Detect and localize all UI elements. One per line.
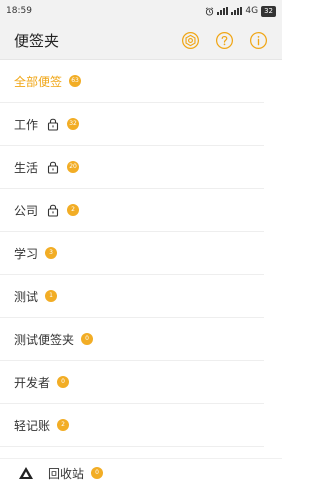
info-circle-icon (249, 31, 267, 50)
count-badge: 0 (57, 376, 70, 388)
folder-item-work[interactable]: 工作 32 (0, 103, 264, 146)
status-bar: 18:59 4G 32 (0, 0, 282, 22)
count-badge: 1 (45, 290, 58, 302)
count-badge: 3 (45, 247, 58, 259)
count-badge: 2 (57, 419, 70, 431)
signal-icon-2 (231, 7, 243, 15)
folder-label: 测试 (14, 289, 39, 304)
info-button[interactable] (248, 31, 268, 51)
trash-label: 回收站 (48, 466, 85, 481)
header-actions (180, 31, 268, 51)
lock-icon (46, 203, 60, 217)
count-badge: 0 (81, 333, 94, 345)
trash-bar[interactable]: 回收站 0 (0, 458, 282, 487)
folder-item-all[interactable]: 全部便签 63 (0, 60, 264, 103)
settings-button[interactable] (180, 31, 200, 51)
folder-label: 全部便签 (14, 74, 63, 89)
folder-label: 生活 (14, 160, 39, 175)
folder-item-life[interactable]: 生活 20 (0, 146, 264, 189)
count-badge: 20 (67, 161, 80, 173)
folder-item-test-folder[interactable]: 测试便签夹 0 (0, 318, 264, 361)
trash-triangle-icon (19, 467, 33, 479)
folder-label: 工作 (14, 117, 39, 132)
battery-level: 32 (264, 6, 273, 15)
folder-list: 全部便签 63 工作 32 生活 20 公司 2 学习 3 测试 1 测试便签夹… (0, 60, 282, 447)
count-badge: 2 (67, 204, 80, 216)
folder-label: 公司 (14, 203, 39, 218)
folder-label: 开发者 (14, 375, 51, 390)
folder-item-developer[interactable]: 开发者 0 (0, 361, 264, 404)
gear-icon (181, 31, 199, 50)
trash-count-badge: 0 (91, 467, 104, 479)
folder-item-test[interactable]: 测试 1 (0, 275, 264, 318)
signal-icon (217, 7, 229, 15)
folder-label: 轻记账 (14, 418, 51, 433)
alarm-icon (206, 6, 214, 16)
folder-label: 学习 (14, 246, 39, 261)
count-badge: 32 (67, 118, 80, 130)
folder-item-ledger[interactable]: 轻记账 2 (0, 404, 264, 447)
status-icons: 4G 32 (205, 5, 276, 17)
app-header: 便签夹 (0, 22, 282, 60)
folder-item-study[interactable]: 学习 3 (0, 232, 264, 275)
page-title: 便签夹 (14, 32, 60, 50)
network-type: 4G (245, 6, 259, 16)
folder-item-company[interactable]: 公司 2 (0, 189, 264, 232)
status-time: 18:59 (6, 6, 32, 16)
lock-icon (46, 160, 60, 174)
battery-icon: 32 (261, 5, 276, 17)
folder-label: 测试便签夹 (14, 332, 75, 347)
help-button[interactable] (214, 31, 234, 51)
count-badge: 63 (69, 75, 82, 87)
question-circle-icon (215, 31, 233, 50)
lock-icon (46, 117, 60, 131)
